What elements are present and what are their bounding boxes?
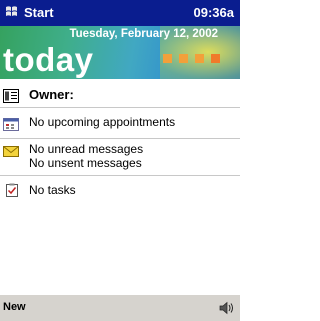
- calendar-icon: [3, 118, 19, 131]
- today-title: today: [3, 41, 94, 78]
- windows-flag-icon[interactable]: [4, 4, 19, 19]
- appointments-item[interactable]: No upcoming appointments: [0, 108, 240, 139]
- task-checkbox-icon: [6, 183, 18, 197]
- unread-messages-label: No unread messages: [29, 142, 144, 156]
- owner-item[interactable]: Owner:: [0, 84, 240, 108]
- owner-label: Owner:: [29, 87, 74, 102]
- banner-square: [211, 54, 220, 63]
- banner-square: [179, 54, 188, 63]
- envelope-icon: [3, 146, 19, 157]
- start-menu-button[interactable]: Start: [24, 5, 54, 20]
- title-bar: Start 09:36a: [0, 0, 240, 26]
- unsent-messages-label: No unsent messages: [29, 156, 142, 170]
- appointments-label: No upcoming appointments: [29, 115, 176, 129]
- owner-card-icon: [3, 89, 19, 103]
- banner-date: Tuesday, February 12, 2002: [69, 28, 218, 40]
- banner-square: [195, 54, 204, 63]
- tasks-label: No tasks: [29, 183, 76, 197]
- speaker-icon[interactable]: [218, 300, 236, 316]
- command-bar: New: [0, 294, 240, 321]
- tasks-item[interactable]: No tasks: [0, 176, 240, 204]
- new-button[interactable]: New: [3, 301, 26, 313]
- today-banner: Tuesday, February 12, 2002 today: [0, 26, 240, 79]
- banner-square: [163, 54, 172, 63]
- clock[interactable]: 09:36a: [194, 5, 234, 20]
- messages-item[interactable]: No unread messages No unsent messages: [0, 139, 240, 176]
